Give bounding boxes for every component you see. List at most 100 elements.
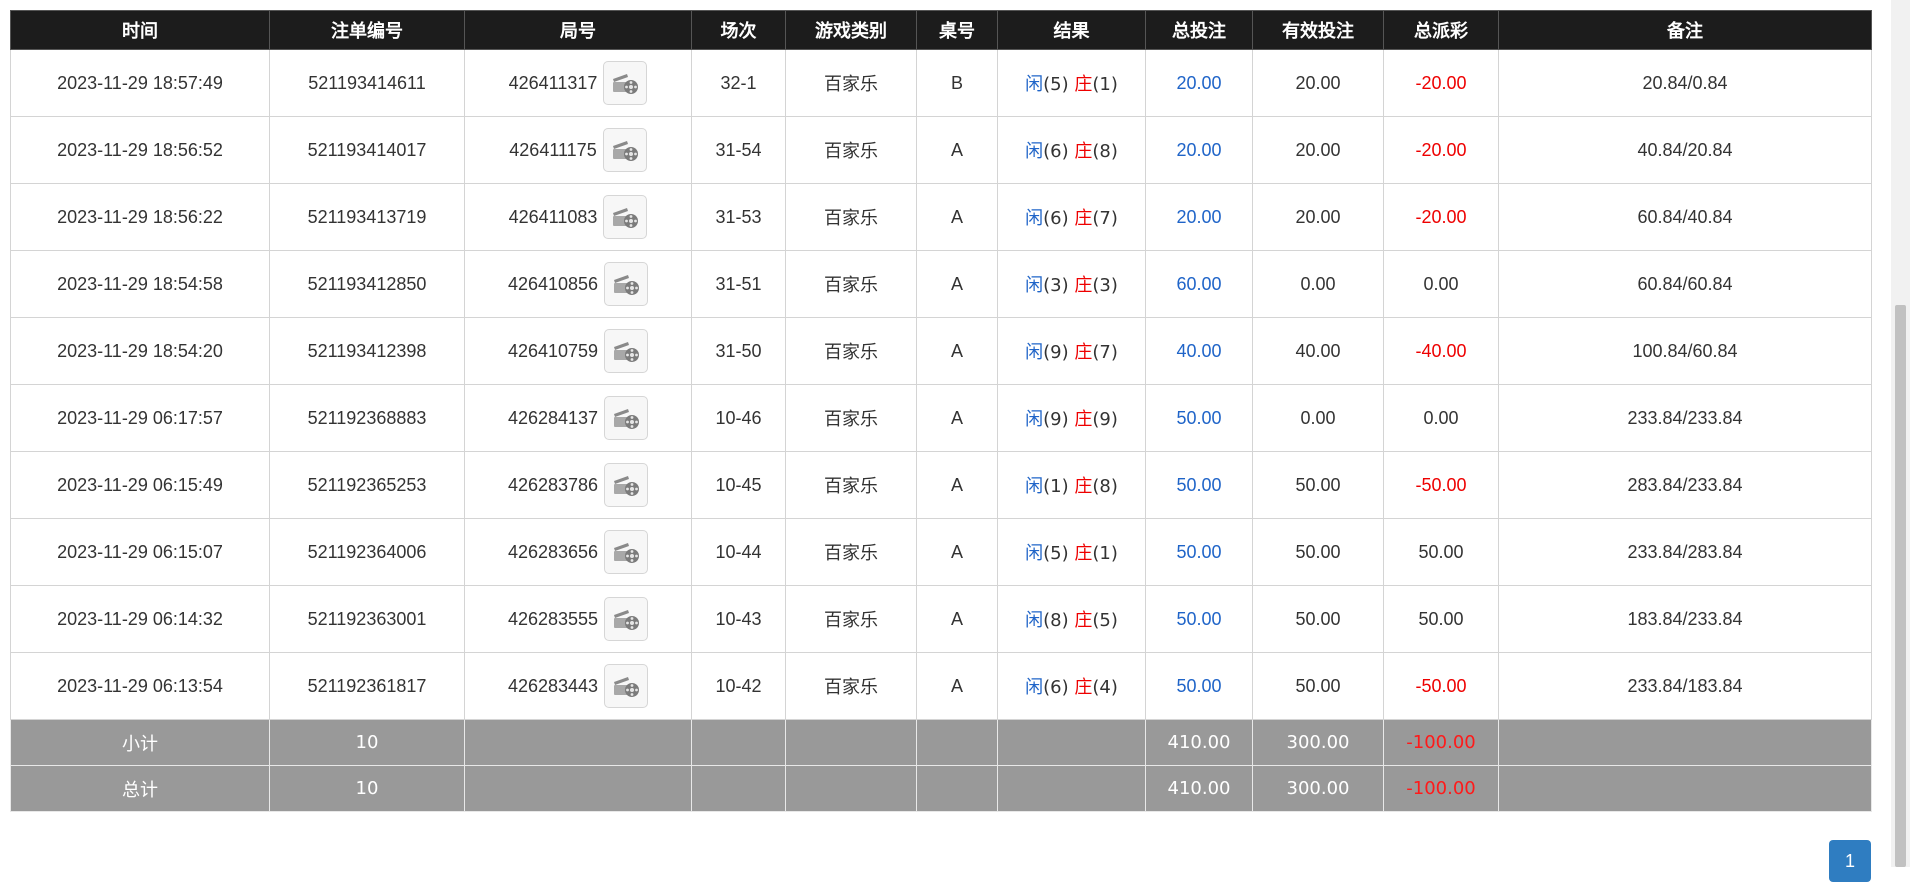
banker-label: 庄	[1074, 409, 1093, 430]
grand-total-valid-bet: 300.00	[1252, 765, 1384, 812]
cell-game-type: 百家乐	[785, 49, 917, 117]
subtotal-label: 小计	[10, 719, 270, 766]
cell-time: 2023-11-29 06:15:07	[10, 518, 270, 586]
banker-label: 庄	[1074, 141, 1093, 162]
subtotal-payout: -100.00	[1383, 719, 1499, 766]
round-no-text: 426283555	[507, 608, 599, 629]
cell-time: 2023-11-29 06:17:57	[10, 384, 270, 452]
table-row: 2023-11-29 06:13:54 521192361817 426283443…	[10, 652, 1872, 720]
scrollbar-thumb[interactable]	[1895, 305, 1906, 867]
table-row: 2023-11-29 18:56:22 521193413719 426411083…	[10, 183, 1872, 251]
film-reel-icon[interactable]	[604, 530, 649, 574]
banker-score: (1)	[1092, 74, 1118, 95]
column-header-table-no: 桌号	[916, 10, 998, 50]
vertical-scrollbar[interactable]	[1891, 0, 1910, 867]
cell-session: 31-51	[691, 250, 786, 318]
cell-table-no: A	[916, 518, 998, 586]
cell-session: 10-45	[691, 451, 786, 519]
cell-payout: -20.00	[1383, 116, 1499, 184]
cell-time: 2023-11-29 18:54:20	[10, 317, 270, 385]
film-reel-icon[interactable]	[603, 195, 648, 239]
round-no-text: 426410856	[507, 273, 599, 294]
cell-remark: 40.84/20.84	[1498, 116, 1872, 184]
cell-result: 闲(8) 庄(5)	[997, 585, 1146, 653]
cell-result: 闲(5) 庄(1)	[997, 518, 1146, 586]
player-label: 闲	[1025, 476, 1044, 497]
grand-total-label: 总计	[10, 765, 270, 812]
cell-remark: 233.84/183.84	[1498, 652, 1872, 720]
table-body: 2023-11-29 18:57:49 521193414611 426411317…	[10, 49, 1872, 720]
cell-valid-bet: 0.00	[1252, 250, 1384, 318]
round-no-text: 426411317	[508, 72, 598, 93]
player-score: (5)	[1043, 74, 1069, 95]
cell-order-no: 521193412850	[269, 250, 465, 318]
cell-result: 闲(6) 庄(4)	[997, 652, 1146, 720]
cell-remark: 60.84/40.84	[1498, 183, 1872, 251]
film-reel-icon[interactable]	[604, 463, 649, 507]
subtotal-count: 10	[269, 719, 465, 766]
empty-cell	[785, 719, 917, 766]
film-reel-icon[interactable]	[602, 128, 647, 172]
film-reel-icon[interactable]	[604, 262, 649, 306]
grand-total-total-bet: 410.00	[1145, 765, 1253, 812]
empty-cell	[916, 765, 998, 812]
cell-table-no: A	[916, 116, 998, 184]
empty-cell	[916, 719, 998, 766]
cell-order-no: 521192364006	[269, 518, 465, 586]
cell-round-no: 426411317	[464, 49, 692, 117]
film-reel-icon[interactable]	[604, 597, 649, 641]
cell-round-no: 426283656	[464, 518, 692, 586]
banker-label: 庄	[1074, 208, 1093, 229]
cell-time: 2023-11-29 18:56:22	[10, 183, 270, 251]
cell-remark: 283.84/233.84	[1498, 451, 1872, 519]
pagination-page-button[interactable]: 1	[1829, 840, 1871, 882]
cell-valid-bet: 50.00	[1252, 451, 1384, 519]
cell-round-no: 426283786	[464, 451, 692, 519]
cell-remark: 233.84/233.84	[1498, 384, 1872, 452]
cell-order-no: 521192363001	[269, 585, 465, 653]
column-header-valid-bet: 有效投注	[1252, 10, 1384, 50]
film-reel-icon[interactable]	[604, 664, 649, 708]
player-label: 闲	[1025, 342, 1044, 363]
film-reel-icon[interactable]	[604, 396, 649, 440]
cell-round-no: 426410856	[464, 250, 692, 318]
column-header-time: 时间	[10, 10, 270, 50]
player-score: (1)	[1043, 476, 1069, 497]
cell-total-bet: 50.00	[1145, 451, 1253, 519]
cell-game-type: 百家乐	[785, 585, 917, 653]
cell-remark: 100.84/60.84	[1498, 317, 1872, 385]
player-score: (6)	[1043, 208, 1069, 229]
cell-valid-bet: 20.00	[1252, 116, 1384, 184]
cell-order-no: 521192361817	[269, 652, 465, 720]
cell-session: 10-42	[691, 652, 786, 720]
subtotal-total-bet: 410.00	[1145, 719, 1253, 766]
grand-total-row: 总计 10 410.00 300.00 -100.00	[10, 765, 1872, 812]
round-no-text: 426283443	[507, 675, 599, 696]
cell-payout: -50.00	[1383, 451, 1499, 519]
round-no-text: 426411175	[509, 139, 597, 160]
cell-game-type: 百家乐	[785, 116, 917, 184]
cell-valid-bet: 50.00	[1252, 518, 1384, 586]
cell-remark: 20.84/0.84	[1498, 49, 1872, 117]
column-header-order-no: 注单编号	[269, 10, 465, 50]
cell-remark: 233.84/283.84	[1498, 518, 1872, 586]
cell-payout: 50.00	[1383, 518, 1499, 586]
cell-time: 2023-11-29 06:13:54	[10, 652, 270, 720]
table-row: 2023-11-29 06:15:07 521192364006 426283656…	[10, 518, 1872, 586]
cell-valid-bet: 20.00	[1252, 183, 1384, 251]
cell-result: 闲(6) 庄(7)	[997, 183, 1146, 251]
cell-time: 2023-11-29 18:56:52	[10, 116, 270, 184]
film-reel-icon[interactable]	[603, 61, 648, 105]
cell-game-type: 百家乐	[785, 518, 917, 586]
header-row: 时间 注单编号 局号 场次 游戏类别 桌号 结果 总投注 有效投注 总派彩 备注	[10, 10, 1872, 50]
film-reel-icon[interactable]	[604, 329, 649, 373]
cell-total-bet: 40.00	[1145, 317, 1253, 385]
cell-total-bet: 50.00	[1145, 384, 1253, 452]
cell-remark: 183.84/233.84	[1498, 585, 1872, 653]
subtotal-valid-bet: 300.00	[1252, 719, 1384, 766]
player-score: (8)	[1043, 610, 1069, 631]
cell-table-no: A	[916, 384, 998, 452]
subtotal-row: 小计 10 410.00 300.00 -100.00	[10, 719, 1872, 766]
page-number: 1	[1844, 851, 1855, 871]
player-label: 闲	[1025, 543, 1044, 564]
